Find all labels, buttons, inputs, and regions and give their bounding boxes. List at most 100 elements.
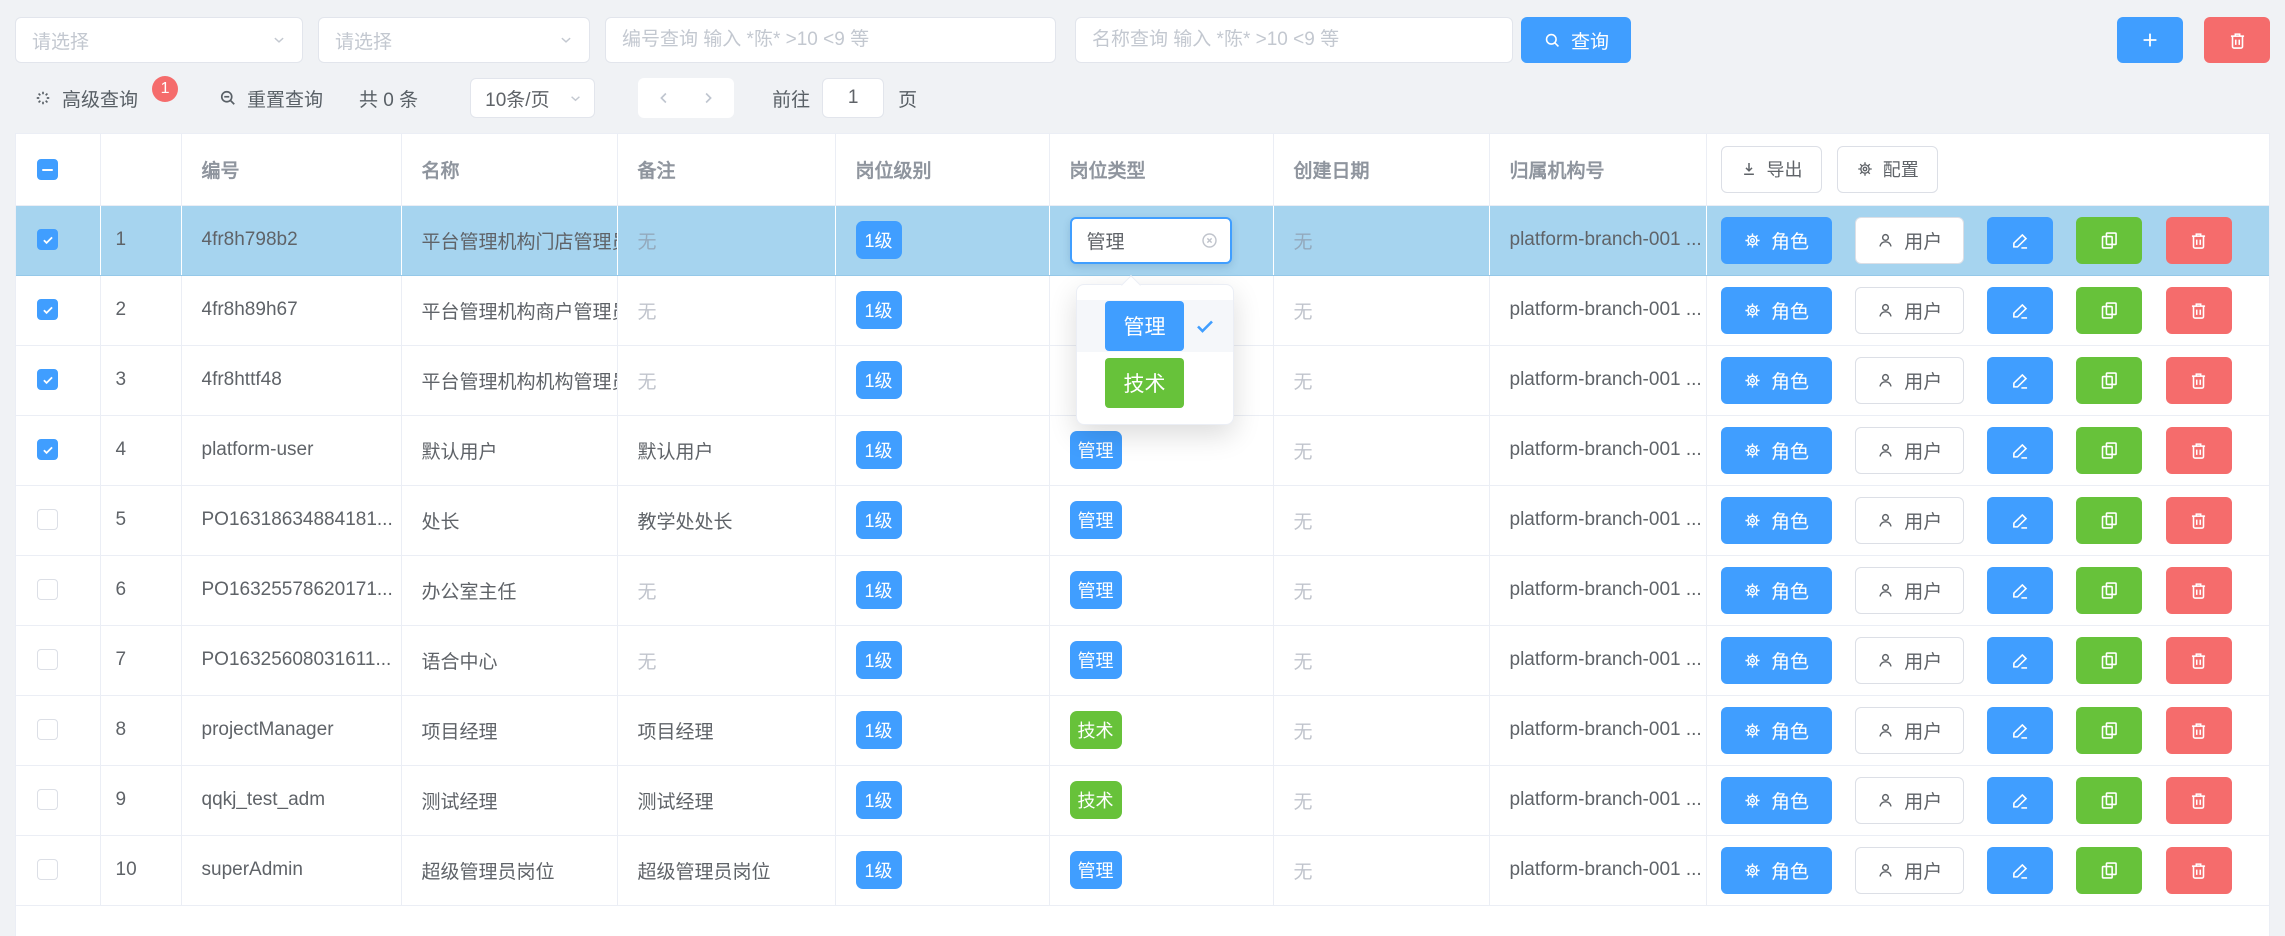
row-checkbox[interactable] [37,789,58,810]
copy-button[interactable] [2076,287,2142,334]
user-button-label: 用户 [1904,507,1942,534]
row-checkbox[interactable] [37,719,58,740]
edit-button[interactable] [1987,847,2053,894]
table-row: 4 platform-user 默认用户 默认用户 1级 管理 无 platfo… [16,415,2269,485]
next-page-button[interactable] [686,78,730,118]
role-button[interactable]: 角色 [1721,217,1832,264]
user-button[interactable]: 用户 [1855,497,1964,544]
user-button-label: 用户 [1904,227,1942,254]
advanced-search-badge: 1 [152,76,178,102]
delete-row-button[interactable] [2166,217,2232,264]
row-checkbox[interactable] [37,579,58,600]
search-button[interactable]: 查询 [1521,17,1631,63]
delete-row-button[interactable] [2166,567,2232,614]
edit-button[interactable] [1987,777,2053,824]
edit-button[interactable] [1987,497,2053,544]
delete-row-button[interactable] [2166,287,2232,334]
name-cell: 默认用户 [401,415,617,485]
edit-button[interactable] [1987,707,2053,754]
user-button[interactable]: 用户 [1855,287,1964,334]
delete-row-button[interactable] [2166,637,2232,684]
edit-button[interactable] [1987,567,2053,614]
goto-suffix-label: 页 [898,85,917,112]
copy-button[interactable] [2076,497,2142,544]
copy-button[interactable] [2076,217,2142,264]
row-checkbox[interactable] [37,299,58,320]
copy-button[interactable] [2076,357,2142,404]
row-checkbox[interactable] [37,439,58,460]
role-button[interactable]: 角色 [1721,357,1832,404]
filter-select-2[interactable]: 请选择 [318,17,590,63]
created-cell: 无 [1273,765,1489,835]
role-button[interactable]: 角色 [1721,567,1832,614]
copy-button[interactable] [2076,427,2142,474]
role-button-label: 角色 [1771,787,1809,814]
delete-row-button[interactable] [2166,847,2232,894]
config-button[interactable]: 配置 [1837,146,1938,193]
user-button[interactable]: 用户 [1855,427,1964,474]
edit-button[interactable] [1987,287,2053,334]
user-button[interactable]: 用户 [1855,847,1964,894]
copy-button[interactable] [2076,567,2142,614]
edit-button[interactable] [1987,427,2053,474]
role-button[interactable]: 角色 [1721,427,1832,474]
role-button[interactable]: 角色 [1721,497,1832,544]
user-button[interactable]: 用户 [1855,567,1964,614]
delete-row-button[interactable] [2166,707,2232,754]
delete-row-button[interactable] [2166,357,2232,404]
page-size-select[interactable]: 10条/页 [470,78,595,118]
edit-button[interactable] [1987,357,2053,404]
user-button[interactable]: 用户 [1855,637,1964,684]
copy-button[interactable] [2076,847,2142,894]
user-button[interactable]: 用户 [1855,707,1964,754]
code-search-input[interactable] [605,17,1056,63]
type-cell: 技术 [1049,765,1273,835]
row-checkbox[interactable] [37,509,58,530]
reset-search-button[interactable]: 重置查询 [218,85,323,112]
copy-button[interactable] [2076,707,2142,754]
remark-cell: 超级管理员岗位 [617,835,835,905]
type-select[interactable]: 管理 [1070,217,1232,264]
role-button[interactable]: 角色 [1721,637,1832,684]
role-button[interactable]: 角色 [1721,287,1832,334]
user-button[interactable]: 用户 [1855,357,1964,404]
copy-button[interactable] [2076,637,2142,684]
select-all-checkbox[interactable] [37,159,58,180]
advanced-search-button[interactable]: 高级查询 1 [33,85,178,112]
org-cell: platform-branch-001 ... [1489,275,1706,345]
type-cell: 技术 [1049,695,1273,765]
header-org: 归属机构号 [1489,134,1706,205]
delete-row-button[interactable] [2166,497,2232,544]
user-button[interactable]: 用户 [1855,217,1964,264]
export-button-label: 导出 [1767,156,1803,182]
dropdown-option-tech[interactable]: 技术 [1077,357,1233,409]
dropdown-option-manage[interactable]: 管理 [1077,300,1233,352]
row-checkbox[interactable] [37,859,58,880]
add-button[interactable] [2117,17,2183,63]
gear-icon [1743,581,1762,600]
role-button[interactable]: 角色 [1721,707,1832,754]
row-checkbox[interactable] [37,649,58,670]
row-checkbox[interactable] [37,229,58,250]
user-button[interactable]: 用户 [1855,777,1964,824]
row-checkbox[interactable] [37,369,58,390]
reset-search-label: 重置查询 [247,85,323,112]
goto-page-input[interactable] [822,78,884,118]
clear-icon[interactable] [1200,231,1219,250]
export-button[interactable]: 导出 [1721,146,1822,193]
trash-icon [2227,30,2248,51]
role-button[interactable]: 角色 [1721,777,1832,824]
delete-selected-button[interactable] [2204,17,2270,63]
filter-select-1[interactable]: 请选择 [15,17,303,63]
copy-button[interactable] [2076,777,2142,824]
role-button[interactable]: 角色 [1721,847,1832,894]
edit-button[interactable] [1987,637,2053,684]
prev-page-button[interactable] [642,78,686,118]
delete-row-button[interactable] [2166,427,2232,474]
delete-row-button[interactable] [2166,777,2232,824]
type-select-value: 管理 [1087,227,1125,254]
chevron-down-icon [270,31,288,49]
name-search-input[interactable] [1075,17,1513,63]
code-cell: PO16325578620171... [181,555,401,625]
edit-button[interactable] [1987,217,2053,264]
